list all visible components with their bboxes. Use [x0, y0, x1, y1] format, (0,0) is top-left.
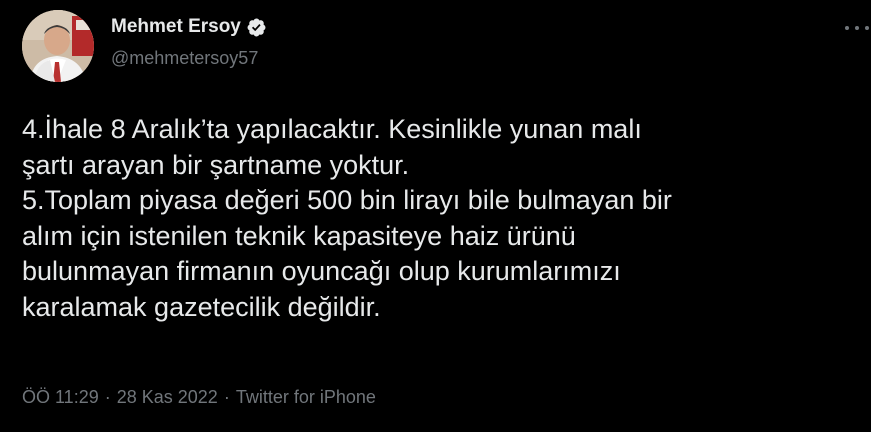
author-display-name[interactable]: Mehmet Ersoy — [111, 14, 241, 40]
more-dot — [865, 26, 869, 30]
tweet-text-line: karalamak gazetecilik değildir. — [22, 291, 381, 322]
tweet-text-line: şartı arayan bir şartname yoktur. — [22, 149, 410, 180]
tweet-text-line: alım için istenilen teknik kapasiteye ha… — [22, 220, 576, 251]
tweet-date[interactable]: 28 Kas 2022 — [117, 387, 218, 407]
more-options-icon[interactable] — [845, 18, 869, 38]
avatar-photo — [22, 10, 94, 82]
tweet-text-line: 4.İhale 8 Aralık’ta yapılacaktır. Kesinl… — [22, 114, 642, 144]
meta-separator: · — [104, 387, 111, 407]
more-dot — [855, 26, 859, 30]
verified-badge-icon — [246, 17, 267, 38]
meta-separator: · — [223, 387, 230, 407]
tweet-time[interactable]: ÖÖ 11:29 — [22, 387, 99, 407]
more-dot — [845, 26, 849, 30]
tweet-source[interactable]: Twitter for iPhone — [236, 387, 376, 407]
author-name-row[interactable]: Mehmet Ersoy — [111, 14, 267, 40]
tweet-text-line: bulunmayan firmanın oyuncağı olup kuruml… — [22, 256, 621, 286]
tweet-text-line: 5.Toplam piyasa değeri 500 bin lirayı bi… — [22, 185, 672, 215]
tweet-metadata: ÖÖ 11:29 · 28 Kas 2022 · Twitter for iPhone — [22, 385, 376, 409]
author-handle[interactable]: @mehmetersoy57 — [111, 46, 258, 70]
tweet-text: 4.İhale 8 Aralık’ta yapılacaktır. Kesinl… — [22, 112, 868, 325]
avatar[interactable] — [22, 10, 94, 82]
